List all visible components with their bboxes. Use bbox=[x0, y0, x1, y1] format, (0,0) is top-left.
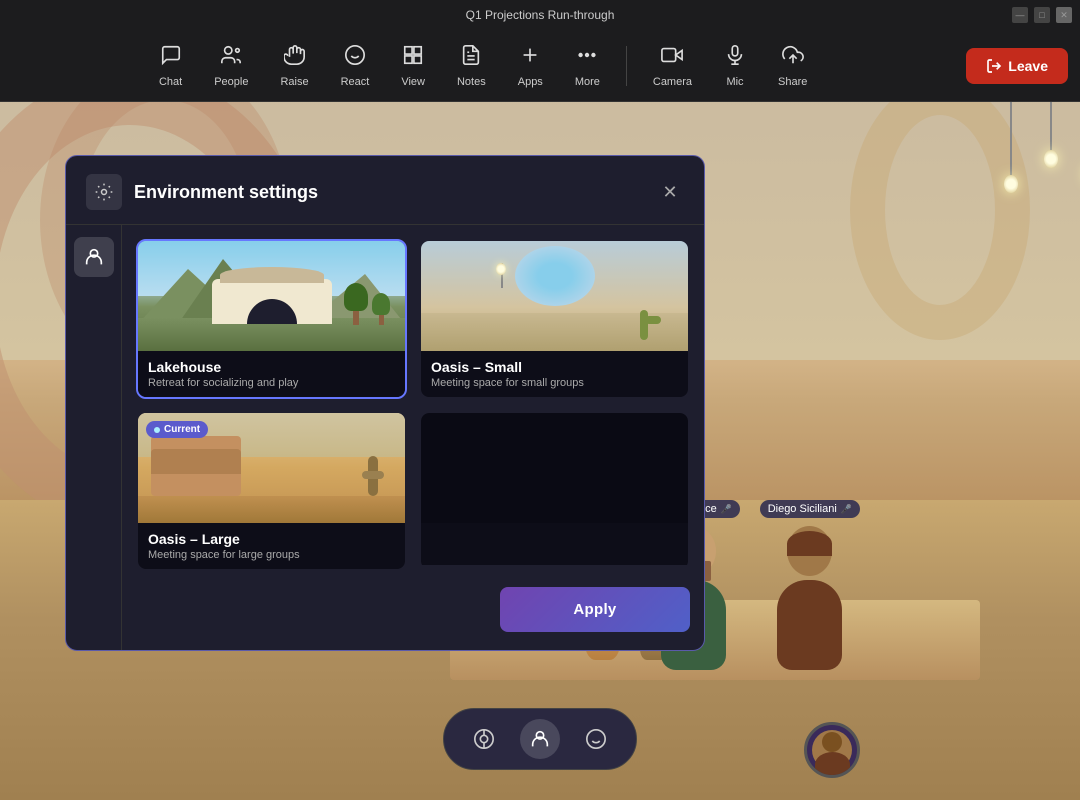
env-info-lakehouse: Lakehouse Retreat for socializing and pl… bbox=[138, 351, 405, 397]
panel-footer: Apply bbox=[122, 571, 704, 650]
bottom-toolbar bbox=[443, 708, 637, 770]
panel-sidebar bbox=[66, 225, 122, 650]
mic-icon bbox=[724, 44, 746, 72]
toolbar-share[interactable]: Share bbox=[764, 36, 821, 96]
people-icon bbox=[220, 44, 242, 72]
env-name-lakehouse: Lakehouse bbox=[148, 359, 395, 375]
panel-title: Environment settings bbox=[134, 182, 644, 203]
notes-icon bbox=[460, 44, 482, 72]
react-icon bbox=[344, 44, 366, 72]
toolbar-camera[interactable]: Camera bbox=[639, 36, 706, 96]
environments-container: Lakehouse Retreat for socializing and pl… bbox=[122, 225, 704, 650]
minimize-btn[interactable]: — bbox=[1012, 7, 1028, 23]
toolbar-left: Chat People Raise React bbox=[0, 36, 966, 96]
toolbar-more[interactable]: More bbox=[561, 36, 614, 96]
close-panel-button[interactable]: ✕ bbox=[656, 178, 684, 206]
raise-icon bbox=[284, 44, 306, 72]
env-img-lakehouse bbox=[138, 241, 405, 351]
main-toolbar: Chat People Raise React bbox=[0, 30, 1080, 102]
avatar-label-diego: Diego Siciliani 🎤 bbox=[760, 500, 860, 518]
env-info-oasis-small: Oasis – Small Meeting space for small gr… bbox=[421, 351, 688, 397]
toolbar-view[interactable]: View bbox=[387, 36, 439, 96]
env-desc-oasis-large: Meeting space for large groups bbox=[148, 549, 395, 561]
leave-button[interactable]: Leave bbox=[966, 48, 1068, 84]
toolbar-react[interactable]: React bbox=[327, 36, 384, 96]
bottom-env-btn[interactable] bbox=[464, 719, 504, 759]
environments-grid: Lakehouse Retreat for socializing and pl… bbox=[122, 225, 704, 571]
camera-icon bbox=[661, 44, 683, 72]
titlebar: Q1 Projections Run-through — □ ✕ bbox=[0, 0, 1080, 30]
toolbar-divider bbox=[626, 46, 627, 86]
env-info-oasis-large: Current Oasis – Large Meeting space for … bbox=[138, 523, 405, 569]
env-desc-lakehouse: Retreat for socializing and play bbox=[148, 377, 395, 389]
toolbar-raise[interactable]: Raise bbox=[266, 36, 322, 96]
window-controls: — □ ✕ bbox=[1012, 7, 1072, 23]
toolbar-people[interactable]: People bbox=[200, 36, 262, 96]
close-btn-window[interactable]: ✕ bbox=[1056, 7, 1072, 23]
user-avatar-self[interactable] bbox=[804, 722, 860, 778]
chat-icon bbox=[160, 44, 182, 72]
environment-panel: Environment settings ✕ bbox=[65, 155, 705, 651]
env-card-oasis-large[interactable]: Current Oasis – Large Meeting space for … bbox=[136, 411, 407, 571]
env-img-oasis-small bbox=[421, 241, 688, 351]
avatar-diego: Diego Siciliani 🎤 bbox=[760, 500, 860, 670]
sidebar-avatars-btn[interactable] bbox=[74, 237, 114, 277]
share-icon bbox=[782, 44, 804, 72]
more-icon bbox=[576, 44, 598, 72]
toolbar-apps[interactable]: Apps bbox=[504, 36, 557, 96]
env-name-oasis-small: Oasis – Small bbox=[431, 359, 678, 375]
rock-arch-right bbox=[850, 80, 1030, 340]
env-card-empty bbox=[419, 411, 690, 571]
apps-icon bbox=[519, 44, 541, 72]
panel-body: Lakehouse Retreat for socializing and pl… bbox=[66, 225, 704, 650]
window-title: Q1 Projections Run-through bbox=[466, 8, 615, 22]
toolbar-mic[interactable]: Mic bbox=[710, 36, 760, 96]
apply-button[interactable]: Apply bbox=[500, 587, 690, 632]
bottom-avatar-btn[interactable] bbox=[520, 719, 560, 759]
toolbar-notes[interactable]: Notes bbox=[443, 36, 500, 96]
user-avatar-image bbox=[812, 730, 852, 770]
env-info-empty bbox=[421, 523, 688, 565]
env-desc-oasis-small: Meeting space for small groups bbox=[431, 377, 678, 389]
current-badge: Current bbox=[146, 421, 208, 438]
view-icon bbox=[402, 44, 424, 72]
panel-header: Environment settings ✕ bbox=[66, 156, 704, 225]
toolbar-chat[interactable]: Chat bbox=[145, 36, 196, 96]
env-name-oasis-large: Oasis – Large bbox=[148, 531, 395, 547]
env-card-oasis-small[interactable]: Oasis – Small Meeting space for small gr… bbox=[419, 239, 690, 399]
bottom-react-btn[interactable] bbox=[576, 719, 616, 759]
maximize-btn[interactable]: □ bbox=[1034, 7, 1050, 23]
current-dot bbox=[154, 427, 160, 433]
panel-header-icon bbox=[86, 174, 122, 210]
env-card-lakehouse[interactable]: Lakehouse Retreat for socializing and pl… bbox=[136, 239, 407, 399]
toolbar-right: Leave bbox=[966, 48, 1068, 84]
env-img-empty bbox=[421, 413, 688, 523]
